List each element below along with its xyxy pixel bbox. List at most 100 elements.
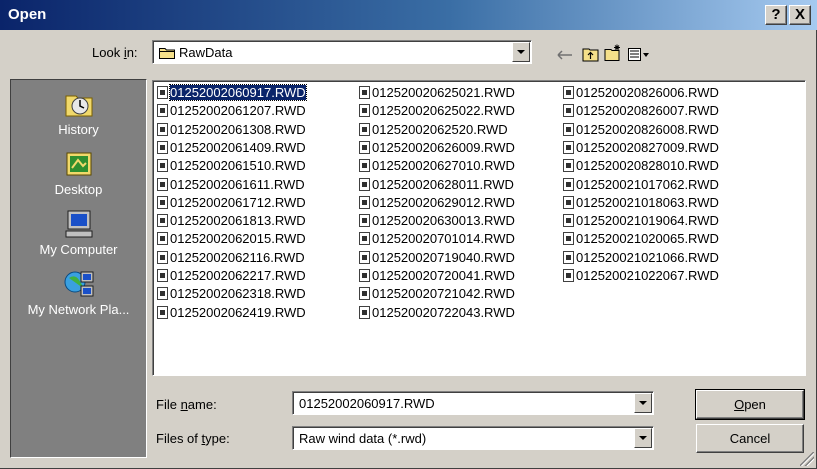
file-icon [359, 305, 370, 319]
file-item[interactable]: 012520020826007.RWD [563, 102, 719, 120]
place-desktop[interactable]: Desktop [11, 148, 146, 197]
file-item[interactable]: 01252002062318.RWD [157, 285, 306, 303]
resize-grip[interactable] [800, 452, 814, 466]
window-title: Open [8, 6, 47, 23]
view-menu-icon[interactable] [628, 44, 650, 66]
file-item-label: 012520020627010.RWD [372, 158, 515, 174]
file-item[interactable]: 01252002061308.RWD [157, 121, 306, 139]
file-item[interactable]: 012520021018063.RWD [563, 194, 719, 212]
place-my-computer[interactable]: My Computer [11, 208, 146, 257]
file-item[interactable]: 012520020625022.RWD [359, 102, 515, 120]
place-network[interactable]: My Network Pla... [11, 268, 146, 317]
file-item[interactable]: 012520020627010.RWD [359, 157, 515, 175]
place-history[interactable]: History [11, 88, 146, 137]
file-item[interactable]: 01252002061611.RWD [157, 176, 305, 194]
file-type-dropdown-button[interactable] [634, 428, 652, 448]
back-arrow-icon[interactable] [556, 44, 574, 66]
history-icon [65, 95, 92, 117]
file-item[interactable]: 01252002060917.RWD [157, 84, 307, 102]
file-item[interactable]: 012520020827009.RWD [563, 139, 719, 157]
file-item[interactable]: 01252002061409.RWD [157, 139, 306, 157]
file-item[interactable]: 012520021020065.RWD [563, 230, 719, 248]
file-item-label: 01252002060917.RWD [169, 84, 307, 101]
file-item[interactable]: 01252002062419.RWD [157, 304, 306, 322]
file-item[interactable]: 012520021017062.RWD [563, 176, 719, 194]
file-item[interactable]: 012520020625021.RWD [359, 84, 515, 102]
file-item[interactable]: 01252002061813.RWD [157, 212, 306, 230]
file-icon [563, 250, 574, 264]
close-button[interactable]: X [789, 5, 811, 25]
file-icon [157, 232, 168, 246]
file-name-combo[interactable]: 01252002060917.RWD [292, 391, 654, 415]
file-item[interactable]: 01252002061207.RWD [157, 102, 306, 120]
file-item[interactable]: 01252002062217.RWD [157, 267, 306, 285]
help-button[interactable]: ? [765, 5, 787, 25]
file-icon [359, 86, 370, 99]
open-button[interactable]: Open [695, 389, 805, 420]
file-item[interactable]: 01252002062015.RWD [157, 230, 306, 248]
file-item-label: 01252002062116.RWD [170, 249, 305, 265]
file-item[interactable]: 012520020626009.RWD [359, 139, 515, 157]
file-icon [359, 104, 370, 118]
file-list[interactable]: 01252002060917.RWD 01252002061207.RWD 0125… [152, 80, 806, 376]
up-folder-icon[interactable] [582, 43, 600, 65]
file-icon [563, 104, 574, 118]
file-icon [157, 269, 168, 282]
file-item-label: 012520020626009.RWD [372, 139, 515, 155]
file-icon [157, 177, 168, 191]
file-item-label: 01252002061207.RWD [170, 103, 306, 119]
file-icon [157, 86, 168, 99]
file-item[interactable]: 01252002061712.RWD [157, 194, 306, 212]
file-type-combo[interactable]: Raw wind data (*.rwd) [292, 426, 654, 450]
file-item-label: 012520020826007.RWD [576, 103, 719, 119]
file-item[interactable]: 012520020722043.RWD [359, 304, 515, 322]
title-bar[interactable]: Open ? X [0, 0, 817, 30]
file-item[interactable]: 01252002062520.RWD [359, 121, 508, 139]
file-item[interactable]: 012520020629012.RWD [359, 194, 515, 212]
file-name-dropdown-button[interactable] [634, 393, 652, 413]
file-item[interactable]: 012520021019064.RWD [563, 212, 719, 230]
file-icon [563, 232, 574, 246]
new-folder-icon[interactable] [604, 42, 622, 64]
file-icon [359, 232, 370, 246]
file-item-label: 012520020630013.RWD [372, 213, 515, 229]
file-item-label: 012520020628011.RWD [372, 176, 514, 192]
file-item[interactable]: 012520020721042.RWD [359, 285, 515, 303]
folder-icon [159, 48, 175, 59]
file-type-label: Files of type: [156, 431, 230, 446]
file-item-label: 012520020721042.RWD [372, 286, 515, 302]
cancel-button[interactable]: Cancel [696, 424, 804, 453]
file-icon [563, 195, 574, 209]
place-desktop-label: Desktop [54, 182, 103, 197]
file-item-label: 012520021017062.RWD [576, 176, 719, 192]
file-icon [563, 122, 574, 136]
file-icon [359, 214, 370, 228]
file-item[interactable]: 012520020701014.RWD [359, 230, 515, 248]
file-icon [563, 177, 574, 191]
file-item[interactable]: 012520020628011.RWD [359, 176, 514, 194]
file-name-input[interactable]: 01252002060917.RWD [299, 396, 435, 411]
my-computer-icon [65, 210, 92, 238]
file-item[interactable]: 012520020828010.RWD [563, 157, 719, 175]
file-item[interactable]: 012520020630013.RWD [359, 212, 515, 230]
look-in-label: Look in: [92, 45, 138, 60]
file-icon [157, 214, 168, 228]
file-item-label: 012520020625022.RWD [372, 103, 515, 119]
file-item[interactable]: 012520020826006.RWD [563, 84, 719, 102]
file-item[interactable]: 012520020719040.RWD [359, 249, 515, 267]
file-item[interactable]: 012520020720041.RWD [359, 267, 515, 285]
file-item[interactable]: 012520020826008.RWD [563, 121, 719, 139]
file-item[interactable]: 01252002061510.RWD [157, 157, 306, 175]
file-icon [563, 140, 574, 154]
file-item[interactable]: 01252002062116.RWD [157, 249, 305, 267]
file-item[interactable]: 012520021022067.RWD [563, 267, 719, 285]
file-item[interactable]: 012520021021066.RWD [563, 249, 719, 267]
file-icon [359, 122, 370, 136]
file-item-label: 01252002061712.RWD [170, 194, 306, 210]
file-item-label: 012520020828010.RWD [576, 158, 719, 174]
look-in-combo[interactable]: RawData [152, 40, 532, 64]
file-icon [157, 122, 168, 136]
file-icon [157, 140, 168, 154]
open-dialog: Open ? X Look in: RawData History Deskto… [0, 0, 817, 469]
look-in-dropdown-button[interactable] [512, 42, 530, 62]
